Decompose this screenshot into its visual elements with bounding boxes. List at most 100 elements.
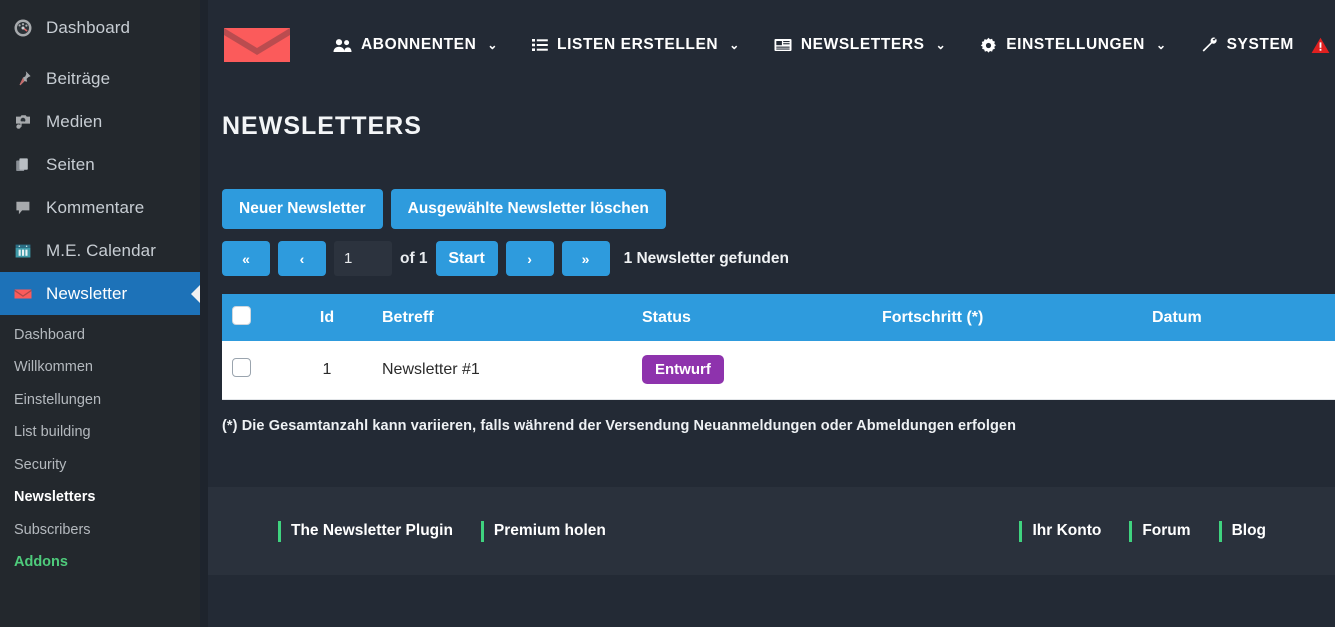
sidebar-subitem-list-building[interactable]: List building (0, 416, 200, 448)
last-page-button[interactable]: » (561, 241, 610, 276)
warning-triangle-icon[interactable] (1311, 37, 1330, 54)
row-progress (872, 341, 1142, 400)
list-icon (532, 38, 548, 52)
pages-icon (12, 154, 34, 176)
calendar-icon (12, 240, 34, 262)
nav-label: ABONNENTEN (361, 36, 477, 53)
footer-link-forum[interactable]: Forum (1115, 520, 1204, 542)
footer-link-blog[interactable]: Blog (1205, 520, 1280, 542)
results-count-label: 1 Newsletter gefunden (623, 249, 789, 267)
sidebar-subitem-subscribers[interactable]: Subscribers (0, 514, 200, 546)
footer-link-premium-holen[interactable]: Premium holen (467, 520, 620, 542)
nav-system[interactable]: SYSTEM (1184, 36, 1335, 54)
sidebar-item-label: Newsletter (46, 283, 128, 303)
chevron-down-icon: ⌄ (935, 38, 947, 52)
first-page-button[interactable]: « (222, 241, 270, 276)
footer-link-label: Premium holen (493, 522, 606, 539)
envelope-icon (12, 283, 34, 305)
sidebar-item-dashboard[interactable]: Dashboard (0, 6, 200, 49)
green-bar-icon (480, 520, 484, 542)
prev-page-button[interactable]: ‹ (278, 241, 326, 276)
sidebar-subitem-addons[interactable]: Addons (0, 546, 200, 578)
row-id: 1 (282, 341, 372, 400)
nav-label: LISTEN ERSTELLEN (557, 36, 719, 53)
footer-link-label: Ihr Konto (1032, 522, 1102, 539)
nav-abonnenten[interactable]: ABONNENTEN ⌄ (316, 36, 515, 54)
sidebar-subitem-dashboard[interactable]: Dashboard (0, 319, 200, 351)
start-button[interactable]: Start (435, 241, 498, 276)
wp-admin-sidebar: Dashboard Beiträge Medien Seiten Komment… (0, 0, 200, 627)
select-all-checkbox[interactable] (232, 305, 251, 325)
column-subject[interactable]: Betreff (372, 294, 632, 341)
column-select-all (222, 294, 282, 341)
page-number-input[interactable] (334, 241, 392, 276)
footer-links-left: The Newsletter Plugin Premium holen (264, 520, 620, 542)
newsletter-icon (774, 38, 792, 52)
table-row[interactable]: 1 Newsletter #1 Entwurf (222, 341, 1335, 400)
row-select-cell (222, 341, 282, 400)
sidebar-subitem-einstellungen[interactable]: Einstellungen (0, 384, 200, 416)
sidebar-item-label: Beiträge (46, 68, 111, 88)
row-checkbox[interactable] (232, 357, 251, 377)
green-bar-icon (1129, 520, 1133, 542)
pin-icon (12, 68, 34, 90)
column-date[interactable]: Datum (1142, 294, 1335, 341)
sidebar-item-label: Medien (46, 111, 103, 131)
nav-einstellungen[interactable]: EINSTELLUNGEN ⌄ (963, 36, 1183, 54)
footer-link-label: The Newsletter Plugin (291, 522, 453, 539)
sidebar-item-label: Seiten (46, 154, 95, 174)
sidebar-submenu: Dashboard Willkommen Einstellungen List … (0, 315, 200, 585)
nav-label: NEWSLETTERS (800, 36, 925, 53)
sidebar-edge-strip (200, 0, 208, 627)
sidebar-subitem-willkommen[interactable]: Willkommen (0, 351, 200, 383)
active-arrow-icon (191, 284, 200, 303)
new-newsletter-button[interactable]: Neuer Newsletter (222, 189, 383, 229)
wrench-icon (1201, 37, 1218, 53)
sidebar-subitem-newsletters[interactable]: Newsletters (0, 481, 200, 513)
newsletter-logo-icon[interactable] (220, 21, 294, 69)
sidebar-item-beitraege[interactable]: Beiträge (0, 57, 200, 100)
sidebar-item-newsletter[interactable]: Newsletter (0, 272, 200, 315)
column-status[interactable]: Status (632, 294, 872, 341)
next-page-button[interactable]: › (505, 241, 554, 276)
row-subject[interactable]: Newsletter #1 (372, 341, 632, 400)
chevron-down-icon: ⌄ (1155, 38, 1167, 52)
sidebar-item-label: Kommentare (46, 197, 145, 217)
main-content: ABONNENTEN ⌄ LISTEN ERSTELLEN ⌄ NEWSLETT… (208, 0, 1335, 627)
green-bar-icon (278, 520, 281, 542)
newsletters-table: Id Betreff Status Fortschritt (*) Datum … (222, 294, 1335, 400)
sidebar-subitem-security[interactable]: Security (0, 449, 200, 481)
gear-icon (980, 37, 997, 54)
sidebar-item-kommentare[interactable]: Kommentare (0, 186, 200, 229)
row-date (1142, 341, 1335, 400)
users-icon (333, 38, 352, 53)
nav-listen-erstellen[interactable]: LISTEN ERSTELLEN ⌄ (515, 36, 757, 54)
action-toolbar: Neuer Newsletter Ausgewählte Newsletter … (208, 141, 1335, 229)
table-header-row: Id Betreff Status Fortschritt (*) Datum (222, 294, 1335, 341)
newsletters-table-wrap: Id Betreff Status Fortschritt (*) Datum … (222, 294, 1335, 400)
sidebar-item-medien[interactable]: Medien (0, 100, 200, 143)
footer-links-right: Ihr Konto Forum Blog (1005, 520, 1280, 542)
column-progress[interactable]: Fortschritt (*) (872, 294, 1142, 341)
column-id[interactable]: Id (282, 294, 372, 341)
footer-link-label: Forum (1142, 522, 1191, 539)
gauge-icon (12, 17, 34, 39)
delete-selected-button[interactable]: Ausgewählte Newsletter löschen (390, 189, 666, 229)
sidebar-item-me-calendar[interactable]: M.E. Calendar (0, 229, 200, 272)
footer-link-the-newsletter-plugin[interactable]: The Newsletter Plugin (264, 520, 467, 542)
sidebar-menu: Dashboard Beiträge Medien Seiten Komment… (0, 0, 200, 315)
green-bar-icon (1218, 520, 1222, 542)
page-total-label: of 1 (400, 249, 428, 267)
progress-footnote: (*) Die Gesamtanzahl kann variieren, fal… (222, 417, 1017, 434)
media-icon (12, 111, 34, 133)
comment-icon (12, 197, 34, 219)
footer-link-ihr-konto[interactable]: Ihr Konto (1005, 520, 1115, 542)
sidebar-item-label: M.E. Calendar (46, 240, 156, 260)
nav-newsletters[interactable]: NEWSLETTERS ⌄ (757, 36, 963, 54)
page-title: NEWSLETTERS (222, 112, 422, 140)
plugin-footer: The Newsletter Plugin Premium holen Ihr … (208, 487, 1335, 575)
nav-label: EINSTELLUNGEN (1006, 36, 1145, 53)
green-bar-icon (1019, 520, 1023, 542)
footer-link-label: Blog (1231, 522, 1266, 539)
sidebar-item-seiten[interactable]: Seiten (0, 143, 200, 186)
